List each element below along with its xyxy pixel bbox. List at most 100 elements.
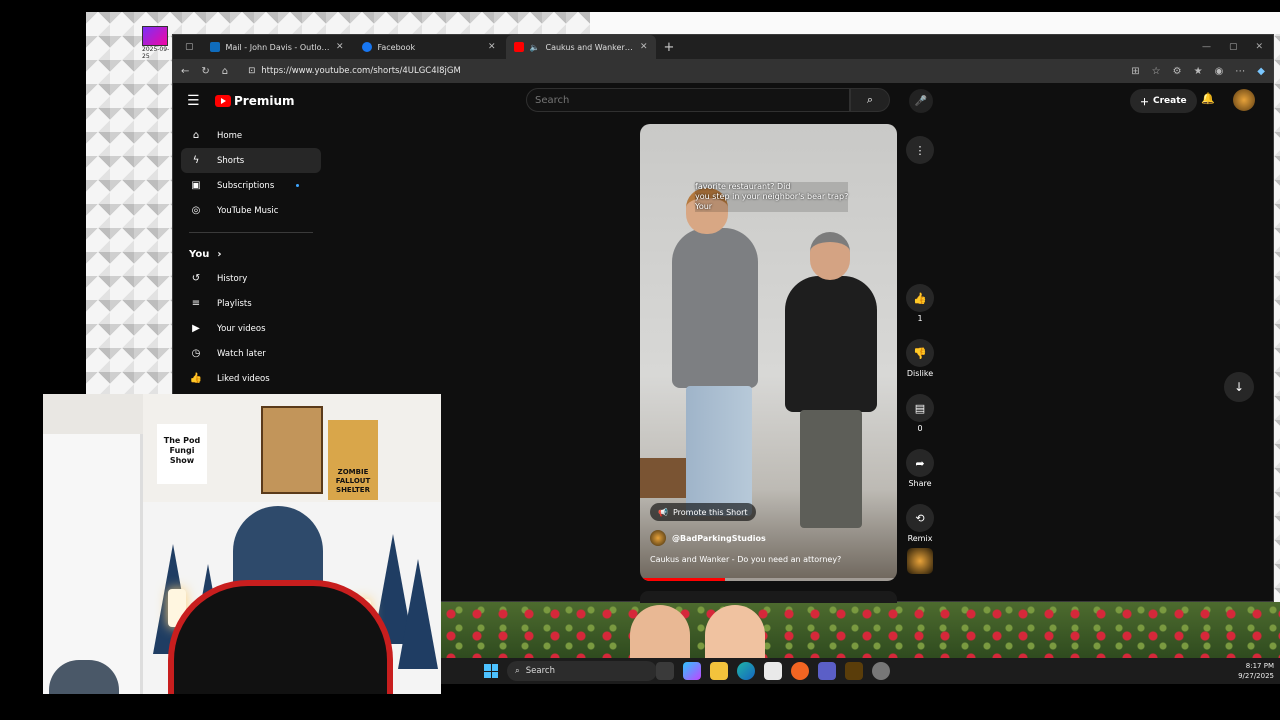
store-icon[interactable] xyxy=(764,662,782,680)
caption-line: favorite restaurant? Did xyxy=(695,182,791,191)
close-tab-icon[interactable]: ✕ xyxy=(640,42,648,52)
sidebar-item-subscriptions[interactable]: ▣ Subscriptions xyxy=(181,173,321,198)
cam-zombie-sign: ZOMBIE FALLOUT SHELTER xyxy=(328,420,378,500)
comments-button[interactable]: ▤ xyxy=(906,394,934,422)
cam-gaming-chair xyxy=(168,580,393,694)
more-options-button[interactable]: ⋮ xyxy=(906,136,934,164)
sidebar-item-watch-later[interactable]: ◷ Watch later xyxy=(181,341,321,366)
voice-search-button[interactable]: 🎤 xyxy=(909,89,933,113)
menu-dots-icon[interactable]: ⋯ xyxy=(1235,66,1245,77)
speaker-icon[interactable]: 🔈 xyxy=(530,43,540,52)
sidebar-you-header[interactable]: You › xyxy=(181,242,321,266)
tab-outlook[interactable]: Mail - John Davis - Outlook ✕ xyxy=(202,35,352,59)
toolbar-icons: ⊞ ☆ ⚙ ★ ◉ ⋯ ◆ xyxy=(1131,66,1265,77)
new-tab-button[interactable]: + xyxy=(658,40,681,55)
file-explorer-icon[interactable] xyxy=(710,662,728,680)
search-box: ⌕ xyxy=(526,88,890,112)
short-video-player[interactable]: favorite restaurant? Did you step in you… xyxy=(640,124,897,581)
promote-short-button[interactable]: 📢 Promote this Short xyxy=(650,503,756,521)
playlists-icon: ≡ xyxy=(191,298,201,309)
teams-icon[interactable] xyxy=(818,662,836,680)
favorites-icon[interactable]: ★ xyxy=(1194,66,1203,77)
dislike-button[interactable]: 👎 xyxy=(906,339,934,367)
tab-actions-icon[interactable]: ▢ xyxy=(179,42,200,52)
channel-info[interactable]: @BadParkingStudios xyxy=(650,530,766,546)
like-button[interactable]: 👍 xyxy=(906,284,934,312)
file-caption: 2025-09-25 xyxy=(142,46,170,60)
profile-icon[interactable]: ◉ xyxy=(1215,66,1224,77)
brave-icon[interactable] xyxy=(791,662,809,680)
site-info-icon[interactable]: ⊡ xyxy=(248,66,255,76)
youtube-premium-logo[interactable]: Premium xyxy=(215,94,295,108)
desktop-file-icon[interactable]: 2025-09-25 xyxy=(142,26,170,66)
tab-title: Mail - John Davis - Outlook xyxy=(225,42,330,52)
maximize-icon[interactable]: ▢ xyxy=(1229,42,1238,52)
outlook-icon xyxy=(209,42,220,52)
home-icon[interactable]: ⌂ xyxy=(222,66,228,77)
arrow-down-icon: ↓ xyxy=(1233,380,1245,394)
copilot-app-icon[interactable] xyxy=(683,662,701,680)
video-progress-fill xyxy=(640,578,725,581)
windows-start-icon[interactable] xyxy=(484,664,498,678)
sidebar-item-history[interactable]: ↺ History xyxy=(181,266,321,291)
menu-icon[interactable]: ☰ xyxy=(187,93,215,109)
favorite-star-icon[interactable]: ☆ xyxy=(1152,66,1161,77)
comment-count: 0 xyxy=(917,424,923,433)
caption-line: Your xyxy=(695,202,713,211)
reader-icon[interactable]: ⊞ xyxy=(1131,66,1139,77)
create-button[interactable]: ＋ Create xyxy=(1130,89,1197,113)
you-label: You xyxy=(189,248,210,260)
settings-icon[interactable] xyxy=(872,662,890,680)
sidebar-item-home[interactable]: ⌂ Home xyxy=(181,123,321,148)
screen: 2025-09-25 ▢ Mail - John Davis - Outlook… xyxy=(0,0,1280,720)
system-clock[interactable]: 8:17 PM 9/27/2025 xyxy=(1238,661,1274,681)
like-count: 1 xyxy=(917,314,923,323)
sidebar-item-label: Home xyxy=(217,130,243,141)
search-button[interactable]: ⌕ xyxy=(850,88,890,112)
account-avatar[interactable] xyxy=(1233,89,1255,111)
window-controls: — ▢ ✕ xyxy=(1202,42,1273,52)
sidebar-item-shorts[interactable]: ϟ Shorts xyxy=(181,148,321,173)
edge-icon[interactable] xyxy=(737,662,755,680)
wallpaper-child-2 xyxy=(705,605,765,658)
url-field[interactable]: ⊡ https://www.youtube.com/shorts/4ULGC4I… xyxy=(240,62,1119,80)
extensions-icon[interactable]: ⚙ xyxy=(1173,66,1182,77)
video-progress-bar[interactable] xyxy=(640,578,897,581)
tab-title: Caukus and Wanker - Do you xyxy=(545,42,633,52)
close-window-icon[interactable]: ✕ xyxy=(1255,42,1263,52)
search-icon: ⌕ xyxy=(515,666,520,676)
close-tab-icon[interactable]: ✕ xyxy=(336,42,344,52)
search-input[interactable] xyxy=(526,88,850,112)
task-view-icon[interactable] xyxy=(656,662,674,680)
chevron-right-icon: › xyxy=(217,248,222,260)
remix-button[interactable]: ⟲ xyxy=(906,504,934,532)
next-short-preview[interactable] xyxy=(640,591,897,603)
sidebar-item-label: Liked videos xyxy=(217,373,270,384)
webcam-overlay: The Pod Fungi Show ZOMBIE FALLOUT SHELTE… xyxy=(43,394,441,694)
share-button[interactable]: ➦ xyxy=(906,449,934,477)
back-icon[interactable]: ← xyxy=(181,66,189,77)
copilot-icon[interactable]: ◆ xyxy=(1257,66,1265,77)
wallpaper-flowers xyxy=(441,602,1280,658)
sidebar-item-youtube-music[interactable]: ◎ YouTube Music xyxy=(181,198,321,223)
next-video-button[interactable]: ↓ xyxy=(1224,372,1254,402)
search-icon: ⌕ xyxy=(866,93,874,106)
taskbar-search[interactable]: ⌕ Search xyxy=(507,661,657,681)
channel-avatar[interactable] xyxy=(650,530,666,546)
short-title[interactable]: Caukus and Wanker - Do you need an attor… xyxy=(650,555,841,564)
audio-thumbnail[interactable] xyxy=(907,548,933,574)
youtube-icon xyxy=(513,42,524,52)
sidebar-item-liked-videos[interactable]: 👍 Liked videos xyxy=(181,366,321,391)
tab-facebook[interactable]: Facebook ✕ xyxy=(354,35,504,59)
thumbs-down-icon: 👎 xyxy=(913,346,927,360)
obs-icon[interactable] xyxy=(845,662,863,680)
tab-youtube[interactable]: 🔈 Caukus and Wanker - Do you ✕ xyxy=(505,35,656,59)
minimize-icon[interactable]: — xyxy=(1202,42,1211,52)
close-tab-icon[interactable]: ✕ xyxy=(488,42,496,52)
sidebar-item-playlists[interactable]: ≡ Playlists xyxy=(181,291,321,316)
channel-name[interactable]: @BadParkingStudios xyxy=(672,534,766,543)
sidebar-item-label: Shorts xyxy=(217,155,245,166)
refresh-icon[interactable]: ↻ xyxy=(201,66,209,77)
sidebar-item-your-videos[interactable]: ▶ Your videos xyxy=(181,316,321,341)
notifications-bell-icon[interactable]: 🔔 xyxy=(1201,92,1215,105)
